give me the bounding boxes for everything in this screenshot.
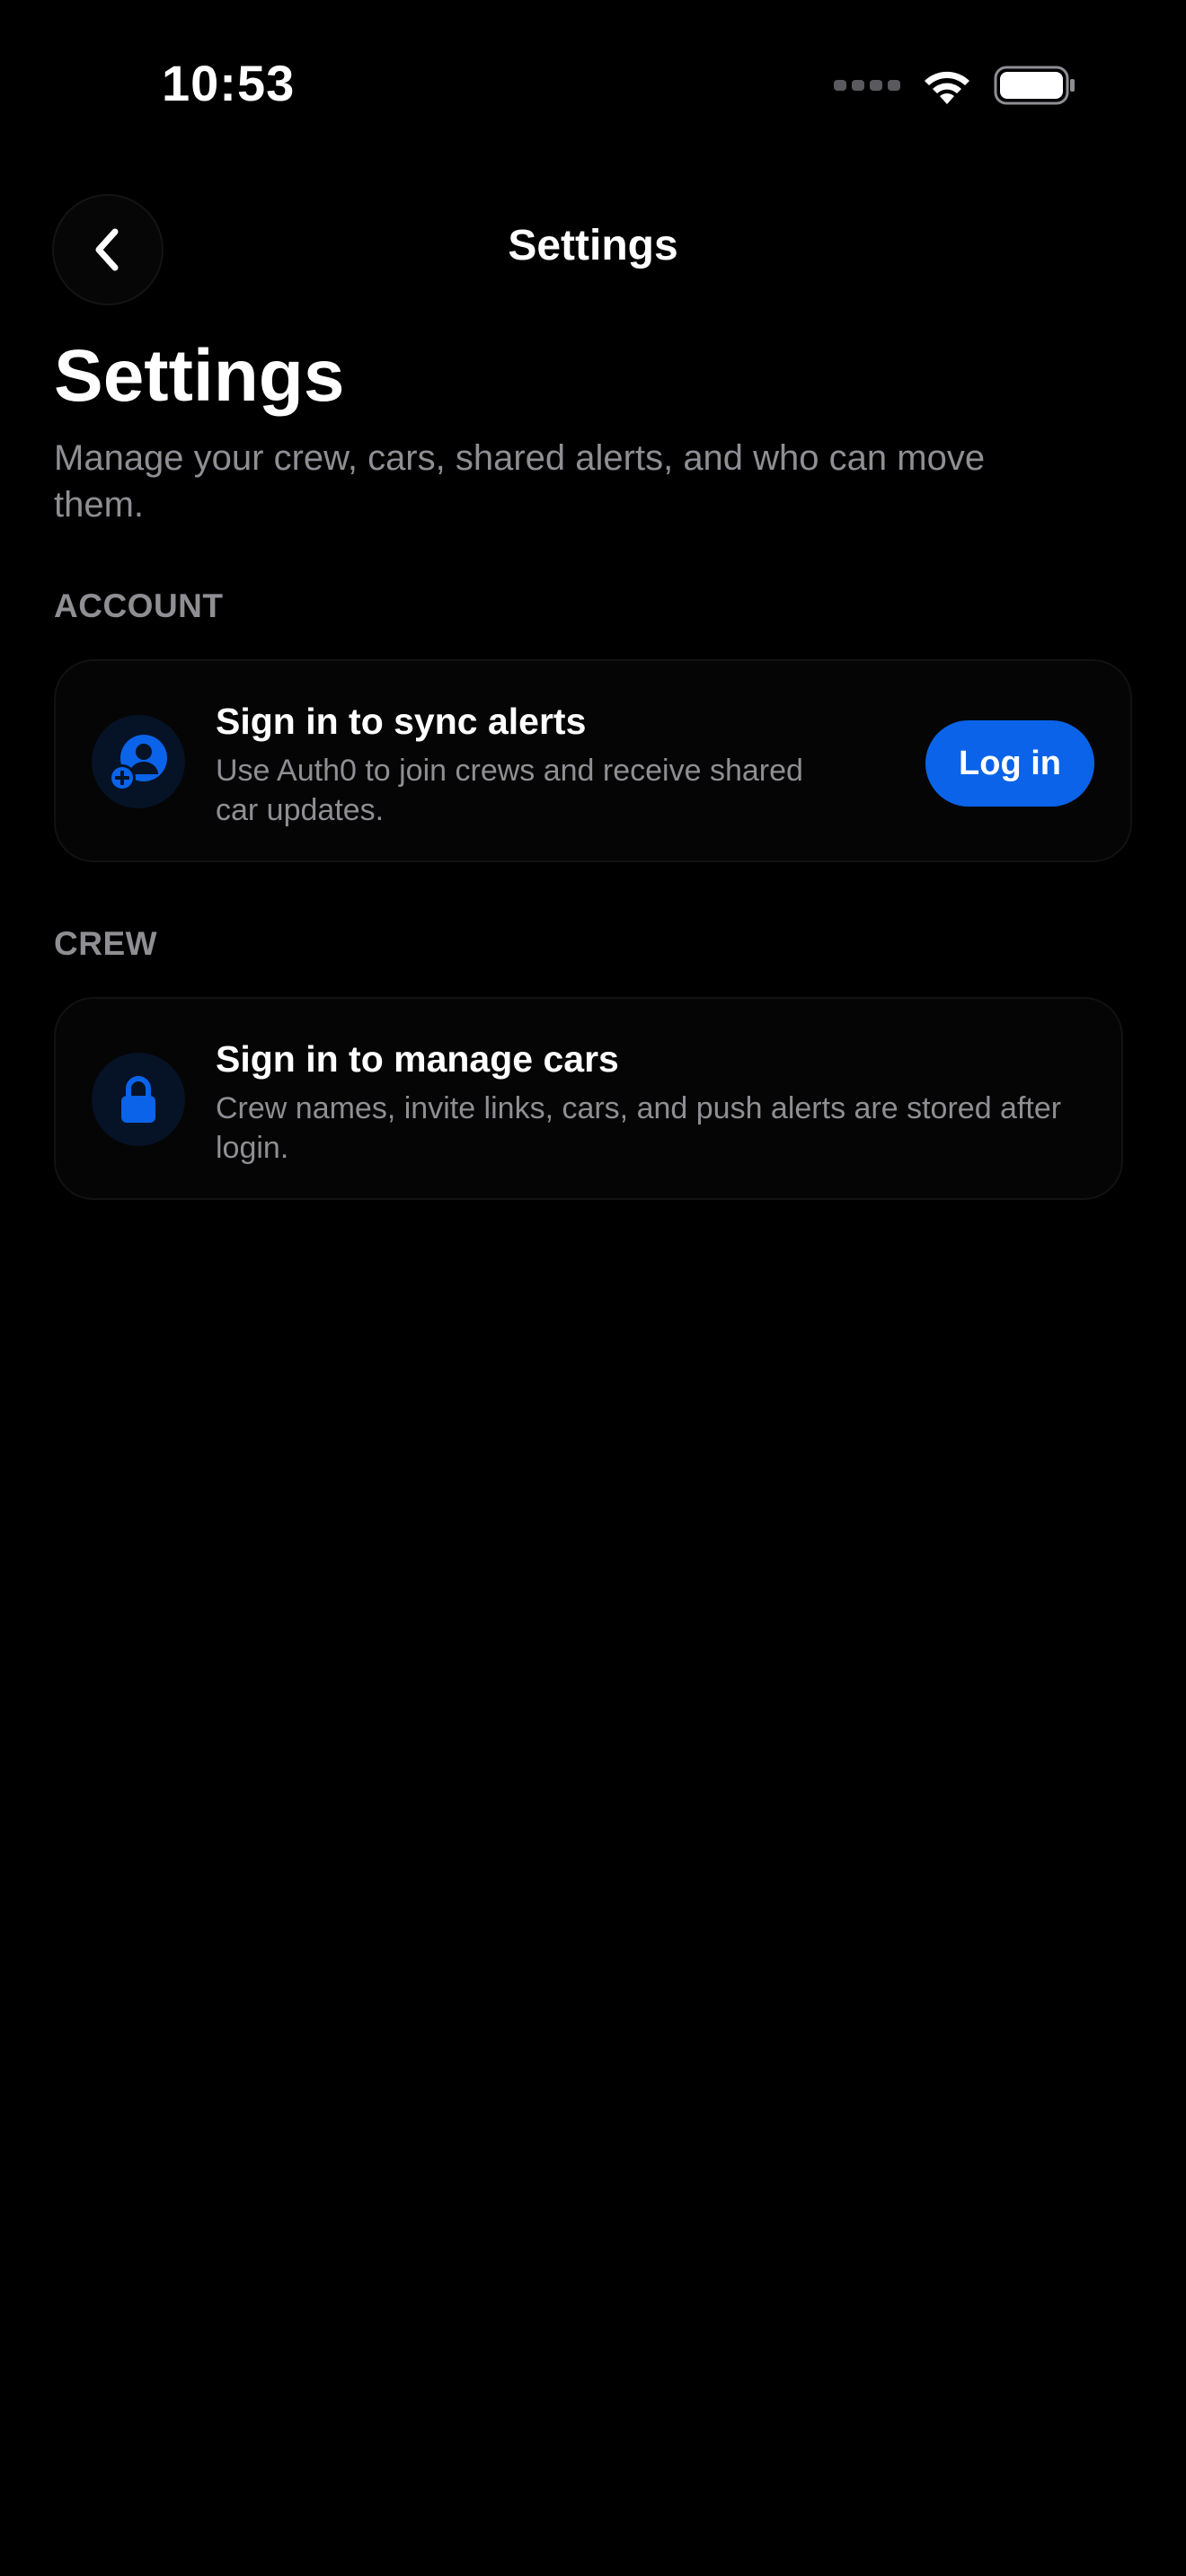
log-in-button[interactable]: Log in [925,720,1094,807]
crew-icon-badge [92,1053,185,1146]
section-label-account: ACCOUNT [54,587,224,624]
crew-card-description: Crew names, invite links, cars, and push… [216,1091,1062,1165]
lock-icon [121,1076,155,1123]
settings-screen: 10:53 Settings Settings Manage your crew… [0,0,1186,2576]
account-icon-badge [92,715,185,808]
status-icons [834,65,1076,106]
crew-card: Sign in to manage cars Crew names, invit… [54,997,1123,1200]
crew-card-title: Sign in to manage cars [216,1038,619,1080]
status-time: 10:53 [162,55,296,111]
account-card-description: Use Auth0 to join crews and receive shar… [216,754,803,827]
battery-icon [994,66,1075,105]
wifi-icon [925,71,969,104]
account-card: Sign in to sync alerts Use Auth0 to join… [54,659,1132,862]
page-title: Settings [54,335,345,417]
nav-title: Settings [508,222,678,269]
page-subtitle: Manage your crew, cars, shared alerts, a… [54,438,986,525]
user-add-icon [109,735,167,791]
status-bar: 10:53 [0,0,1186,171]
cellular-signal-icon [834,80,900,91]
account-card-title: Sign in to sync alerts [216,701,587,742]
section-label-crew: CREW [54,925,158,962]
